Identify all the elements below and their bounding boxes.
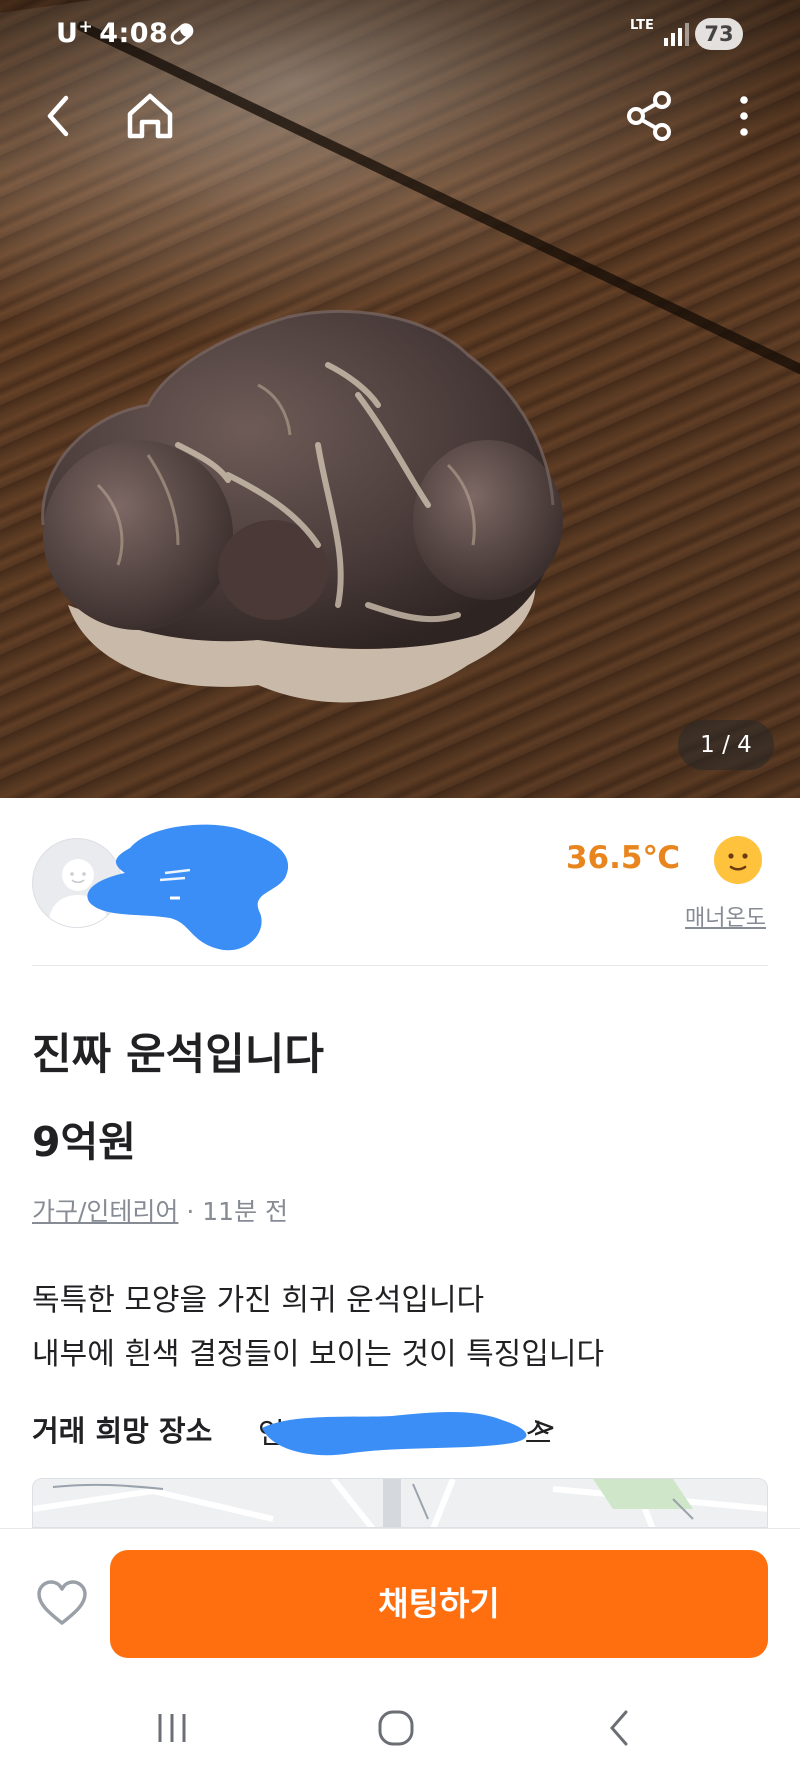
posted-time: · 11분 전 xyxy=(178,1197,289,1226)
more-vertical-icon xyxy=(740,96,748,136)
like-button[interactable] xyxy=(36,1579,88,1627)
listing-meta: 가구/인테리어 · 11분 전 xyxy=(32,1192,288,1228)
location-map[interactable] xyxy=(32,1478,768,1528)
manner-temperature-link[interactable]: 매너온도 xyxy=(685,900,766,932)
map-preview xyxy=(33,1479,767,1527)
back-chevron-icon xyxy=(610,1710,628,1746)
bottom-action-bar: 채팅하기 xyxy=(0,1528,800,1678)
network-type: LTE xyxy=(630,18,654,33)
home-icon xyxy=(127,93,173,139)
share-icon xyxy=(627,91,671,141)
carrier-plus: + xyxy=(78,17,94,37)
listing-title: 진짜 운석입니다 xyxy=(32,1030,324,1080)
listing-description: 독특한 모양을 가진 희귀 운석입니다 내부에 흰색 결정들이 보이는 것이 특… xyxy=(32,1274,604,1382)
trade-location-label: 거래 희망 장소 xyxy=(32,1414,213,1448)
signal-strength-icon xyxy=(664,23,689,46)
back-arrow-icon xyxy=(47,95,69,137)
image-counter: 1 / 4 xyxy=(678,720,774,770)
system-navigation-bar xyxy=(0,1678,800,1778)
section-divider xyxy=(32,965,768,966)
description-line: 내부에 흰색 결정들이 보이는 것이 특징입니다 xyxy=(32,1337,605,1372)
back-button[interactable] xyxy=(32,88,88,144)
redacted-seller-name xyxy=(87,824,289,951)
more-options-button[interactable] xyxy=(716,88,772,144)
carrier-name: U xyxy=(56,18,79,49)
listing-price: 9억원 xyxy=(32,1118,136,1166)
heart-icon xyxy=(37,1580,87,1625)
manner-temperature-value: 36.5℃ xyxy=(565,840,680,876)
seller-profile[interactable]: 36.5℃ 매너온도 xyxy=(0,798,800,966)
chat-button[interactable]: 채팅하기 xyxy=(110,1550,768,1658)
back-system-button[interactable] xyxy=(590,1700,650,1756)
meteorite-rock-image xyxy=(41,309,563,703)
smile-face-icon xyxy=(714,836,762,884)
status-bar: U+ 4:08 LTE 73 xyxy=(0,0,800,70)
share-button[interactable] xyxy=(622,88,678,144)
battery-level: 73 xyxy=(695,18,743,50)
category-link[interactable]: 가구/인테리어 xyxy=(32,1197,178,1226)
description-line: 독특한 모양을 가진 희귀 운석입니다 xyxy=(32,1283,485,1318)
recent-apps-button[interactable] xyxy=(142,1700,202,1756)
data-saver-icon xyxy=(170,23,194,45)
trade-location-row[interactable]: 거래 희망 장소 인스 > xyxy=(32,1408,772,1458)
clock-time: 4:08 xyxy=(99,18,169,49)
chevron-right-icon: > xyxy=(532,1410,557,1444)
recent-apps-icon xyxy=(158,1714,186,1742)
carrier-and-time: U+ 4:08 xyxy=(56,17,168,49)
home-circle-icon xyxy=(378,1710,414,1746)
redacted-location xyxy=(262,1412,527,1456)
home-system-button[interactable] xyxy=(366,1700,426,1756)
product-photo[interactable]: U+ 4:08 LTE 73 1 / 4 xyxy=(0,0,800,798)
home-button[interactable] xyxy=(122,88,178,144)
